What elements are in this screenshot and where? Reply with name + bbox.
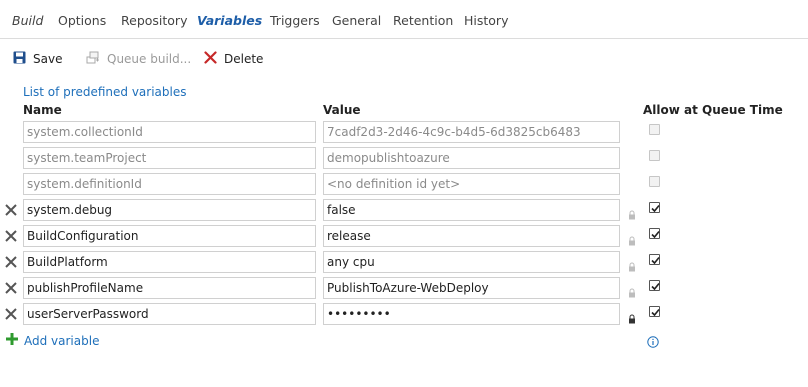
variable-name-field[interactable]: publishProfileName (23, 277, 316, 299)
tab-history[interactable]: History (464, 13, 508, 28)
tab-options[interactable]: Options (58, 13, 106, 28)
variable-name-field[interactable]: userServerPassword (23, 303, 316, 325)
lock-icon[interactable] (628, 309, 636, 324)
lock-icon[interactable] (628, 231, 636, 246)
variable-name-field[interactable]: BuildConfiguration (23, 225, 316, 247)
add-variable-label: Add variable (24, 333, 100, 348)
variable-row: system.collectionId 7cadf2d3-2d46-4c9c-b… (0, 121, 808, 145)
info-icon[interactable] (647, 333, 659, 352)
tab-bar: Build Options Repository Variables Trigg… (0, 0, 808, 39)
variable-value-field[interactable]: ••••••••• (323, 303, 620, 325)
allow-at-queue-checkbox (649, 176, 660, 187)
tab-retention[interactable]: Retention (393, 13, 453, 28)
save-label: Save (33, 52, 63, 66)
column-header-value: Value (323, 103, 361, 117)
variable-name-field[interactable]: system.debug (23, 199, 316, 221)
tab-triggers[interactable]: Triggers (270, 13, 320, 28)
variable-row: BuildConfiguration release (0, 225, 808, 249)
variable-row: system.debug false (0, 199, 808, 223)
variable-name-field: system.collectionId (23, 121, 316, 143)
variable-row: system.teamProject demopublishtoazure (0, 147, 808, 171)
allow-at-queue-checkbox[interactable] (649, 202, 660, 213)
delete-variable-icon[interactable] (4, 228, 20, 244)
allow-at-queue-checkbox[interactable] (649, 280, 660, 291)
variable-row: publishProfileName PublishToAzure-WebDep… (0, 277, 808, 301)
variable-value-field: <no definition id yet> (323, 173, 620, 195)
delete-button[interactable]: Delete (204, 51, 263, 67)
variable-value-field[interactable]: false (323, 199, 620, 221)
allow-at-queue-checkbox[interactable] (649, 228, 660, 239)
save-icon (13, 51, 26, 67)
allow-at-queue-checkbox (649, 150, 660, 161)
save-button[interactable]: Save (13, 51, 62, 67)
delete-variable-icon[interactable] (4, 306, 20, 322)
column-header-allow-at-queue-time: Allow at Queue Time (643, 103, 783, 117)
lock-icon[interactable] (628, 205, 636, 220)
add-icon (5, 331, 19, 350)
lock-icon[interactable] (628, 257, 636, 272)
variable-value-field: demopublishtoazure (323, 147, 620, 169)
tab-general[interactable]: General (332, 13, 381, 28)
add-variable-button[interactable]: Add variable (5, 331, 99, 350)
tab-repository[interactable]: Repository (121, 13, 187, 28)
column-header-name: Name (23, 103, 62, 117)
delete-variable-icon[interactable] (4, 254, 20, 270)
variable-name-field: system.definitionId (23, 173, 316, 195)
delete-label: Delete (224, 52, 264, 66)
variable-value-field[interactable]: any cpu (323, 251, 620, 273)
queue-build-icon (86, 51, 100, 67)
variable-value-field[interactable]: PublishToAzure-WebDeploy (323, 277, 620, 299)
variable-row: userServerPassword ••••••••• (0, 303, 808, 327)
delete-icon (204, 51, 217, 67)
variable-name-field: system.teamProject (23, 147, 316, 169)
allow-at-queue-checkbox[interactable] (649, 306, 660, 317)
toolbar: Save Queue build... Delete (0, 39, 808, 77)
queue-build-label: Queue build... (107, 52, 192, 66)
lock-icon[interactable] (628, 283, 636, 298)
variable-value-field: 7cadf2d3-2d46-4c9c-b4d5-6d3825cb6483 (323, 121, 620, 143)
tab-build[interactable]: Build (12, 13, 43, 28)
variable-name-field[interactable]: BuildPlatform (23, 251, 316, 273)
allow-at-queue-checkbox[interactable] (649, 254, 660, 265)
delete-variable-icon[interactable] (4, 202, 20, 218)
variable-row: BuildPlatform any cpu (0, 251, 808, 275)
variable-value-field[interactable]: release (323, 225, 620, 247)
allow-at-queue-checkbox (649, 124, 660, 135)
tab-variables[interactable]: Variables (197, 13, 262, 28)
predefined-variables-link[interactable]: List of predefined variables (23, 85, 186, 99)
delete-variable-icon[interactable] (4, 280, 20, 296)
variable-row: system.definitionId <no definition id ye… (0, 173, 808, 197)
queue-build-button[interactable]: Queue build... (86, 51, 191, 67)
